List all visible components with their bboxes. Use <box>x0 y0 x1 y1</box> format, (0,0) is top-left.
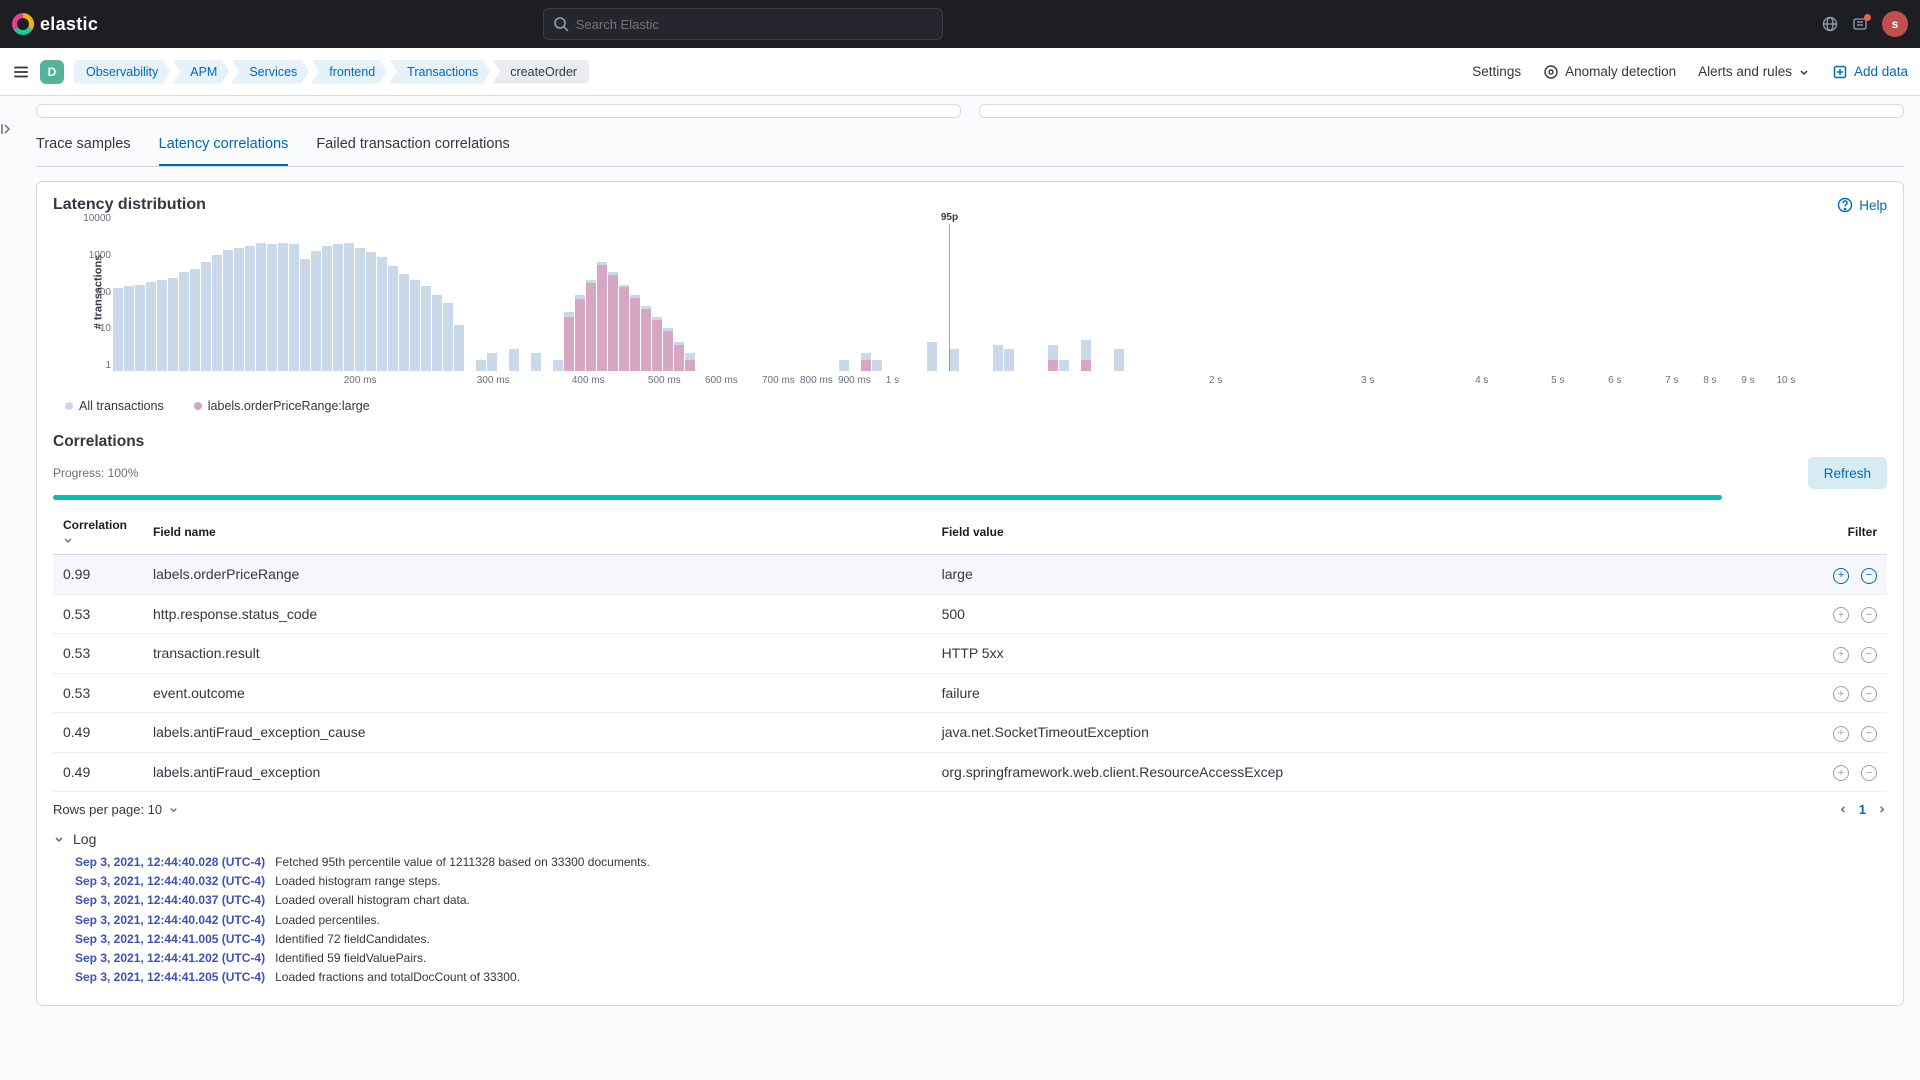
subbar: D ObservabilityAPMServicesfrontendTransa… <box>0 48 1920 96</box>
summary-card <box>979 104 1904 118</box>
filter-in-icon[interactable]: + <box>1833 765 1849 781</box>
table-row[interactable]: 0.49labels.antiFraud_exception_causejava… <box>53 713 1887 753</box>
col-field[interactable]: Field name <box>143 510 932 555</box>
menu-icon[interactable] <box>12 63 30 81</box>
logo-icon <box>12 13 34 35</box>
log-toggle[interactable]: Log <box>53 831 1887 847</box>
refresh-button[interactable]: Refresh <box>1808 457 1887 489</box>
latency-panel: Latency distribution Help # transactions… <box>36 181 1904 1006</box>
breadcrumb-item[interactable]: Services <box>231 60 309 84</box>
progress-label: Progress: 100% <box>53 466 138 480</box>
globe-icon[interactable] <box>1822 16 1838 32</box>
log-title: Log <box>73 831 96 847</box>
filter-out-icon[interactable]: − <box>1861 765 1877 781</box>
anomaly-link[interactable]: Anomaly detection <box>1543 64 1676 80</box>
logo[interactable]: elastic <box>12 13 98 35</box>
tabs: Trace samples Latency correlations Faile… <box>36 124 1904 167</box>
filter-in-icon[interactable]: + <box>1833 726 1849 742</box>
table-row[interactable]: 0.99labels.orderPriceRangelarge + − <box>53 555 1887 595</box>
breadcrumb-item[interactable]: createOrder <box>492 60 589 84</box>
rows-per-page[interactable]: Rows per page: 10 <box>53 802 179 817</box>
legend-sel: labels.orderPriceRange:large <box>208 399 370 413</box>
breadcrumb-item[interactable]: Transactions <box>389 60 490 84</box>
filter-out-icon[interactable]: − <box>1861 686 1877 702</box>
legend: All transactions labels.orderPriceRange:… <box>65 399 1887 413</box>
table-row[interactable]: 0.53transaction.resultHTTP 5xx + − <box>53 634 1887 674</box>
page-next[interactable] <box>1876 804 1887 815</box>
help-label: Help <box>1859 198 1887 213</box>
breadcrumbs: ObservabilityAPMServicesfrontendTransact… <box>74 60 591 84</box>
filter-in-icon[interactable]: + <box>1833 686 1849 702</box>
filter-out-icon[interactable]: − <box>1861 568 1877 584</box>
alerts-dropdown[interactable]: Alerts and rules <box>1698 64 1810 79</box>
filter-out-icon[interactable]: − <box>1861 726 1877 742</box>
topbar-right: s <box>1822 11 1908 37</box>
search-input[interactable] <box>543 8 943 40</box>
legend-all: All transactions <box>79 399 164 413</box>
brand-text: elastic <box>40 14 98 35</box>
newsfeed-icon[interactable] <box>1852 16 1868 32</box>
col-filter: Filter <box>1807 510 1887 555</box>
col-value[interactable]: Field value <box>932 510 1807 555</box>
sidebar-expand-icon[interactable] <box>0 96 36 1036</box>
summary-card <box>36 104 961 118</box>
filter-in-icon[interactable]: + <box>1833 568 1849 584</box>
correlations-title: Correlations <box>53 433 1887 451</box>
space-badge[interactable]: D <box>40 60 64 84</box>
avatar[interactable]: s <box>1882 11 1908 37</box>
breadcrumb-item[interactable]: APM <box>172 60 229 84</box>
table-row[interactable]: 0.49labels.antiFraud_exceptionorg.spring… <box>53 752 1887 792</box>
filter-out-icon[interactable]: − <box>1861 607 1877 623</box>
filter-in-icon[interactable]: + <box>1833 607 1849 623</box>
search-icon <box>553 16 569 32</box>
help-link[interactable]: Help <box>1837 197 1887 213</box>
table-row[interactable]: 0.53event.outcomefailure + − <box>53 673 1887 713</box>
breadcrumb-item[interactable]: Observability <box>74 60 170 84</box>
search-wrap <box>543 8 943 40</box>
progress-bar <box>53 495 1722 500</box>
col-corr[interactable]: Correlation <box>63 518 127 532</box>
page-prev[interactable] <box>1838 804 1849 815</box>
breadcrumb-item[interactable]: frontend <box>311 60 387 84</box>
tab-trace-samples[interactable]: Trace samples <box>36 124 131 166</box>
table-row[interactable]: 0.53http.response.status_code500 + − <box>53 594 1887 634</box>
topbar: elastic s <box>0 0 1920 48</box>
filter-out-icon[interactable]: − <box>1861 647 1877 663</box>
settings-link[interactable]: Settings <box>1472 64 1521 79</box>
correlations-table: Correlation Field name Field value Filte… <box>53 510 1887 792</box>
filter-in-icon[interactable]: + <box>1833 647 1849 663</box>
add-data-link[interactable]: Add data <box>1832 64 1908 80</box>
panel-title: Latency distribution <box>53 196 206 214</box>
log-output: Sep 3, 2021, 12:44:40.028 (UTC-4)Fetched… <box>75 853 1887 987</box>
tab-latency-correlations[interactable]: Latency correlations <box>159 124 289 166</box>
latency-chart[interactable]: # transactions 95p 200 ms300 ms400 ms500… <box>53 218 1887 393</box>
pager: 1 <box>1838 802 1887 817</box>
page-number[interactable]: 1 <box>1859 802 1866 817</box>
tab-failed-correlations[interactable]: Failed transaction correlations <box>316 124 509 166</box>
